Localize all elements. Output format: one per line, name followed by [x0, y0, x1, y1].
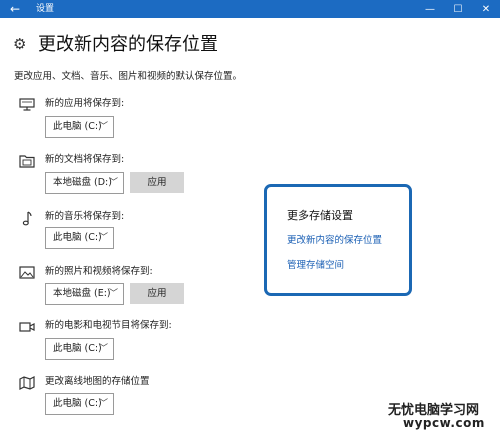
chevron-down-icon: ﹀	[98, 344, 108, 354]
picture-icon	[18, 265, 36, 279]
video-camera-icon	[18, 320, 36, 334]
back-arrow-icon[interactable]: ←	[0, 0, 30, 18]
apps-location-value: 此电脑 (C:)	[53, 121, 102, 132]
window-title: 设置	[36, 4, 55, 14]
movies-save-label: 新的电影和电视节目将保存到:	[45, 320, 172, 331]
minimize-icon[interactable]: —	[416, 0, 444, 18]
change-save-location-link[interactable]: 更改新内容的保存位置	[287, 235, 382, 247]
monitor-icon	[18, 97, 36, 111]
documents-location-select[interactable]: 本地磁盘 (D:) ﹀	[45, 172, 124, 194]
apps-save-label: 新的应用将保存到:	[45, 98, 125, 109]
documents-apply-button[interactable]: 应用	[130, 172, 184, 193]
page-title: 更改新内容的保存位置	[38, 34, 218, 55]
music-note-icon	[18, 210, 36, 225]
chevron-down-icon: ﹀	[108, 289, 118, 299]
movies-location-select[interactable]: 此电脑 (C:) ﹀	[45, 338, 114, 360]
photos-save-label: 新的照片和视频将保存到:	[45, 266, 153, 277]
maps-location-label: 更改离线地图的存储位置	[45, 376, 150, 387]
chevron-down-icon: ﹀	[108, 178, 118, 188]
title-bar: ← 设置 — ☐ ✕	[0, 0, 500, 18]
chevron-down-icon: ﹀	[98, 233, 108, 243]
maximize-icon[interactable]: ☐	[444, 0, 472, 18]
gear-icon: ⚙	[13, 35, 27, 53]
more-storage-settings-panel: 更多存储设置 更改新内容的保存位置 管理存储空间	[264, 184, 412, 296]
watermark-url: wypcw.com	[403, 416, 485, 430]
movies-location-value: 此电脑 (C:)	[53, 343, 102, 354]
documents-location-value: 本地磁盘 (D:)	[53, 177, 112, 188]
photos-location-select[interactable]: 本地磁盘 (E:) ﹀	[45, 283, 124, 305]
more-storage-title: 更多存储设置	[287, 209, 353, 222]
maps-location-select[interactable]: 此电脑 (C:) ﹀	[45, 393, 114, 415]
chevron-down-icon: ﹀	[98, 399, 108, 409]
apps-location-select[interactable]: 此电脑 (C:) ﹀	[45, 116, 114, 138]
photos-location-value: 本地磁盘 (E:)	[53, 288, 111, 299]
music-save-label: 新的音乐将保存到:	[45, 211, 125, 222]
map-icon	[18, 376, 36, 390]
page-description: 更改应用、文档、音乐、图片和视频的默认保存位置。	[14, 71, 243, 82]
close-icon[interactable]: ✕	[472, 0, 500, 18]
music-location-value: 此电脑 (C:)	[53, 232, 102, 243]
chevron-down-icon: ﹀	[98, 122, 108, 132]
music-location-select[interactable]: 此电脑 (C:) ﹀	[45, 227, 114, 249]
documents-save-label: 新的文档将保存到:	[45, 154, 125, 165]
photos-apply-button[interactable]: 应用	[130, 283, 184, 304]
document-folder-icon	[18, 154, 36, 168]
maps-location-value: 此电脑 (C:)	[53, 398, 102, 409]
manage-storage-link[interactable]: 管理存储空间	[287, 260, 344, 272]
